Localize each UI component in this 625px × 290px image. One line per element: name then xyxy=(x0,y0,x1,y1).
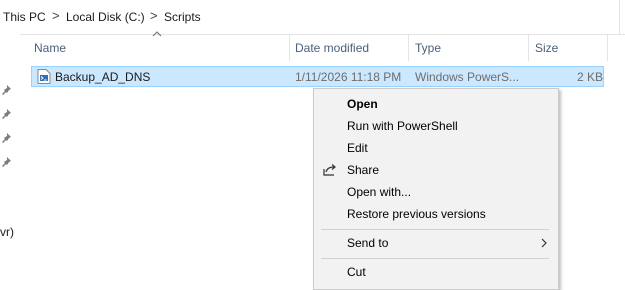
menu-item-label: Send to xyxy=(347,236,389,250)
menu-item-label: Open xyxy=(347,97,378,111)
file-size: 2 KB xyxy=(577,70,604,84)
column-divider[interactable] xyxy=(528,35,529,61)
menu-item-share[interactable]: Share xyxy=(314,159,558,181)
file-date-modified: 1/11/2026 11:18 PM xyxy=(295,70,402,84)
nav-item-partial-label[interactable]: vr) xyxy=(0,225,14,239)
menu-item-run-with-powershell[interactable]: Run with PowerShell xyxy=(314,115,558,137)
menu-separator xyxy=(321,258,549,259)
menu-item-send-to[interactable]: Send to xyxy=(314,232,558,254)
context-menu: Open Run with PowerShell Edit Share Open… xyxy=(313,88,559,290)
menu-separator xyxy=(321,229,549,230)
menu-item-label: Share xyxy=(347,163,380,177)
column-divider[interactable] xyxy=(607,35,608,61)
pin-icon[interactable] xyxy=(0,108,12,120)
sort-ascending-icon xyxy=(152,31,162,37)
column-header-size[interactable]: Size xyxy=(535,41,558,55)
address-bar[interactable]: This PC > Local Disk (C:) > Scripts xyxy=(0,0,625,35)
column-header-date-modified[interactable]: Date modified xyxy=(295,41,369,55)
column-divider[interactable] xyxy=(289,35,290,61)
breadcrumb-separator[interactable]: > xyxy=(52,8,60,23)
navigation-pane: vr) xyxy=(0,34,20,278)
column-header-name[interactable]: Name xyxy=(34,41,66,55)
chevron-right-icon xyxy=(541,238,547,248)
share-icon xyxy=(323,164,336,176)
file-row[interactable]: Backup_AD_DNS 1/11/2026 11:18 PM Windows… xyxy=(31,66,604,87)
menu-item-label: Restore previous versions xyxy=(347,207,486,221)
address-bar-divider xyxy=(619,0,620,34)
menu-item-label: Run with PowerShell xyxy=(347,119,458,133)
menu-item-restore-previous-versions[interactable]: Restore previous versions xyxy=(314,203,558,225)
menu-item-label: Open with... xyxy=(347,185,412,199)
file-type: Windows PowerS... xyxy=(415,70,520,84)
menu-item-label: Cut xyxy=(347,265,366,279)
menu-item-cut[interactable]: Cut xyxy=(314,261,558,283)
breadcrumb-this-pc[interactable]: This PC xyxy=(3,10,46,24)
menu-item-open[interactable]: Open xyxy=(314,93,558,115)
powershell-script-icon xyxy=(37,69,51,84)
column-divider[interactable] xyxy=(408,35,409,61)
menu-item-edit[interactable]: Edit xyxy=(314,137,558,159)
pin-icon[interactable] xyxy=(0,132,12,144)
menu-item-label: Edit xyxy=(347,141,368,155)
breadcrumb-separator[interactable]: > xyxy=(150,8,158,23)
menu-item-open-with[interactable]: Open with... xyxy=(314,181,558,203)
breadcrumb-local-disk[interactable]: Local Disk (C:) xyxy=(66,10,145,24)
breadcrumb-scripts[interactable]: Scripts xyxy=(164,10,201,24)
pin-icon[interactable] xyxy=(0,84,12,96)
column-header-type[interactable]: Type xyxy=(415,41,441,55)
file-name[interactable]: Backup_AD_DNS xyxy=(55,70,150,84)
pin-icon[interactable] xyxy=(0,156,12,168)
